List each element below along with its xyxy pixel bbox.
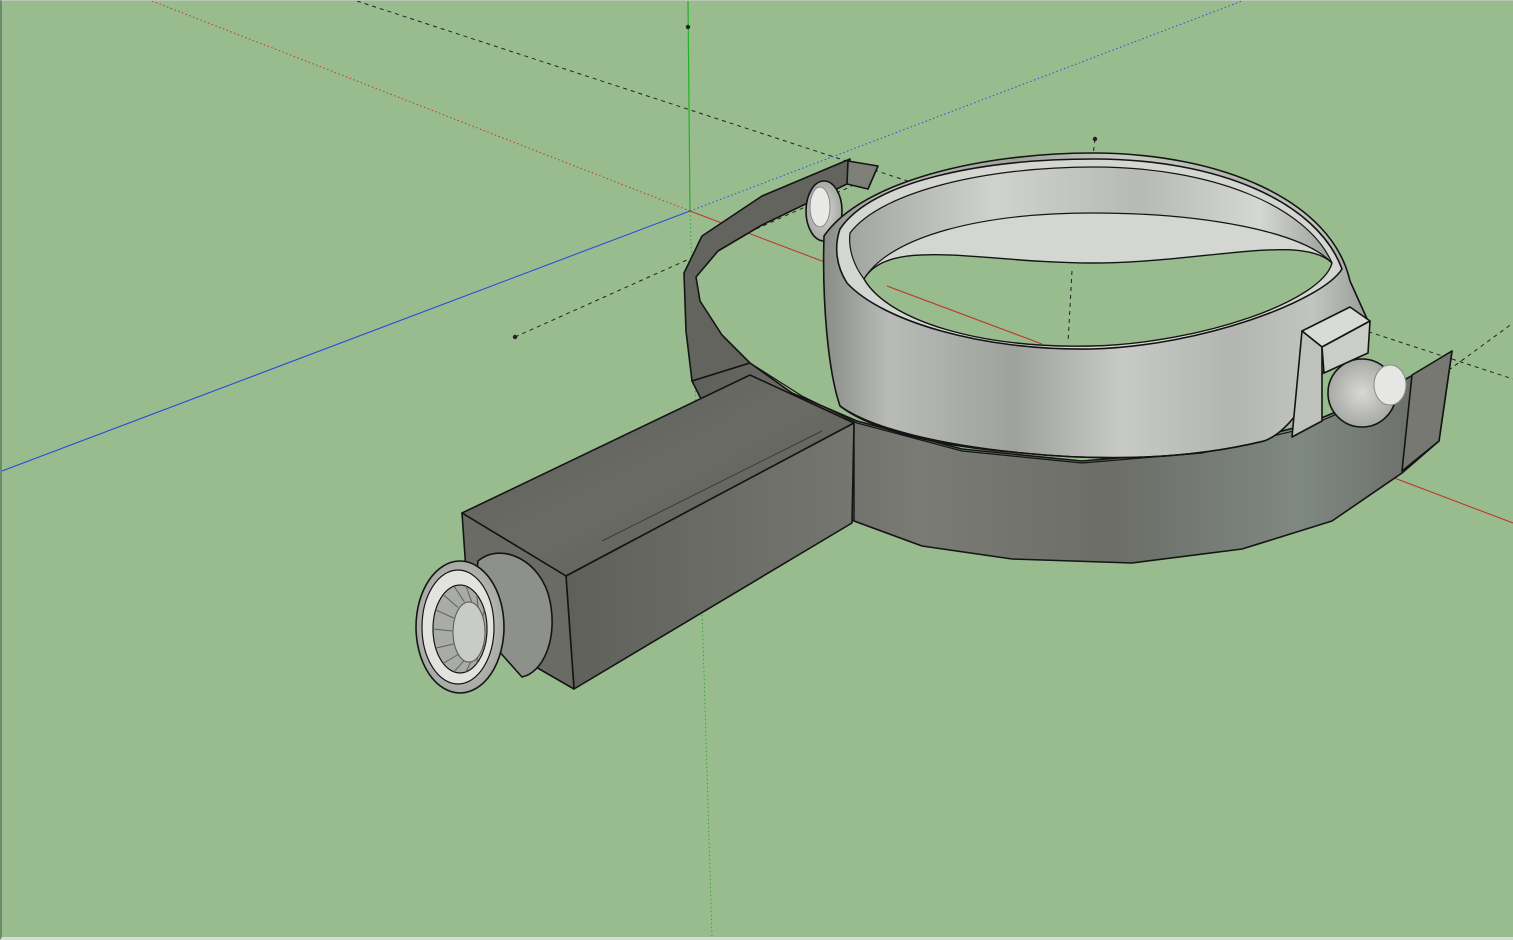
- viewport-canvas[interactable]: [2, 1, 1513, 937]
- guide-point-icon: [685, 24, 691, 30]
- nut-upper-left-face: [809, 186, 831, 228]
- arm-fitting-core: [452, 601, 486, 663]
- guide-point-icon: [512, 334, 518, 340]
- app-window: [0, 0, 1513, 940]
- nut-right-face: [1373, 364, 1407, 406]
- guide-point-icon: [1092, 136, 1098, 142]
- model-viewport[interactable]: [2, 1, 1513, 937]
